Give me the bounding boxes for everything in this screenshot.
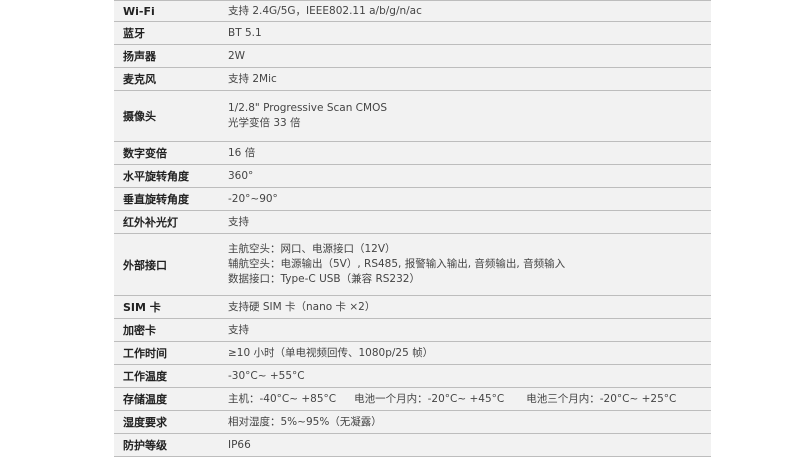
spec-row-speaker: 扬声器 2W: [114, 45, 711, 68]
spec-label: 数字变倍: [123, 147, 167, 160]
spec-table: Wi-Fi 支持 2.4G/5G，IEEE802.11 a/b/g/n/ac 蓝…: [114, 0, 711, 457]
spec-row-sim-card: SIM 卡 支持硬 SIM 卡（nano 卡 ×2）: [114, 296, 711, 319]
spec-value-line: BT 5.1: [228, 26, 262, 39]
spec-row-tilt-angle: 垂直旋转角度 -20°~90°: [114, 188, 711, 211]
spec-value: 主航空头：网口、电源接口（12V） 辅航空头：电源输出（5V）, RS485, …: [228, 242, 711, 287]
spec-row-working-time: 工作时间 ≥10 小时（单电视频回传、1080p/25 帧）: [114, 342, 711, 365]
spec-label: SIM 卡: [123, 301, 161, 314]
spec-row-microphone: 麦克风 支持 2Mic: [114, 68, 711, 91]
spec-value: IP66: [228, 438, 711, 453]
spec-label: 蓝牙: [123, 27, 145, 40]
spec-value-line: 支持 2Mic: [228, 72, 277, 85]
spec-value: -30°C~ +55°C: [228, 369, 711, 384]
spec-label: 麦克风: [123, 73, 156, 86]
spec-row-digital-zoom: 数字变倍 16 倍: [114, 142, 711, 165]
spec-value-line: 光学变倍 33 倍: [228, 117, 301, 129]
spec-value-line: 支持硬 SIM 卡（nano 卡 ×2）: [228, 300, 376, 313]
spec-label: 加密卡: [123, 324, 156, 337]
spec-value-line: 支持: [228, 215, 249, 228]
spec-value-line: 360°: [228, 169, 254, 182]
spec-value-line: 16 倍: [228, 146, 256, 159]
spec-value-line: 2W: [228, 49, 246, 62]
spec-value: 1/2.8" Progressive Scan CMOS 光学变倍 33 倍: [228, 101, 711, 131]
spec-value: 支持: [228, 215, 711, 230]
spec-row-ir-light: 红外补光灯 支持: [114, 211, 711, 234]
storage-temperature-line: 主机：-40°C~ +85°C 电池一个月内：-20°C~ +45°C 电池三个月内…: [228, 392, 711, 407]
spec-row-protection-level: 防护等级 IP66: [114, 434, 711, 457]
spec-value: 2W: [228, 49, 711, 64]
spec-value-line: ≥10 小时（单电视频回传、1080p/25 帧）: [228, 346, 434, 359]
spec-label: 防护等级: [123, 439, 167, 452]
spec-label: 湿度要求: [123, 416, 167, 429]
spec-label: 工作温度: [123, 370, 167, 383]
spec-label: 红外补光灯: [123, 216, 178, 229]
spec-value: BT 5.1: [228, 26, 711, 41]
spec-row-wifi: Wi-Fi 支持 2.4G/5G，IEEE802.11 a/b/g/n/ac: [114, 0, 711, 22]
spec-label: Wi-Fi: [123, 4, 155, 18]
spec-row-bluetooth: 蓝牙 BT 5.1: [114, 22, 711, 45]
spec-row-humidity: 湿度要求 相对湿度：5%~95%（无凝露）: [114, 411, 711, 434]
spec-label: 外部接口: [123, 258, 167, 272]
spec-value: 主机：-40°C~ +85°C 电池一个月内：-20°C~ +45°C 电池三个月内…: [228, 392, 711, 407]
spec-value-line: 辅航空头：电源输出（5V）, RS485, 报警输入输出, 音频输出, 音频输入: [228, 258, 566, 270]
spec-label: 水平旋转角度: [123, 170, 189, 183]
spec-row-storage-temperature: 存储温度 主机：-40°C~ +85°C 电池一个月内：-20°C~ +45°C 电…: [114, 388, 711, 411]
spec-value: 相对湿度：5%~95%（无凝露）: [228, 415, 711, 430]
storage-battery-one-month: 电池一个月内：-20°C~ +45°C: [354, 392, 505, 405]
spec-value: 360°: [228, 169, 711, 184]
spec-row-encryption-card: 加密卡 支持: [114, 319, 711, 342]
spec-value-line: 支持 2.4G/5G，IEEE802.11 a/b/g/n/ac: [228, 4, 422, 17]
spec-value: 支持: [228, 323, 711, 338]
spec-value: 16 倍: [228, 146, 711, 161]
spec-label: 垂直旋转角度: [123, 193, 189, 206]
storage-host: 主机：-40°C~ +85°C: [228, 392, 337, 405]
spec-value: ≥10 小时（单电视频回传、1080p/25 帧）: [228, 346, 711, 361]
spec-row-pan-angle: 水平旋转角度 360°: [114, 165, 711, 188]
spec-value-line: -20°~90°: [228, 192, 278, 205]
spec-value: 支持硬 SIM 卡（nano 卡 ×2）: [228, 300, 711, 315]
spec-label: 扬声器: [123, 50, 156, 63]
spec-row-working-temperature: 工作温度 -30°C~ +55°C: [114, 365, 711, 388]
spec-value-line: 主航空头：网口、电源接口（12V）: [228, 243, 396, 255]
spec-value-line: 支持: [228, 323, 249, 336]
spec-label: 摄像头: [123, 110, 156, 123]
spec-label: 工作时间: [123, 347, 167, 360]
spec-value: 支持 2.4G/5G，IEEE802.11 a/b/g/n/ac: [228, 4, 711, 19]
spec-label: 存储温度: [123, 393, 167, 406]
spec-value-line: 相对湿度：5%~95%（无凝露）: [228, 415, 382, 428]
spec-row-external-ports: 外部接口 主航空头：网口、电源接口（12V） 辅航空头：电源输出（5V）, RS…: [114, 234, 711, 296]
spec-value-line: 数据接口：Type-C USB（兼容 RS232）: [228, 273, 420, 285]
spec-value: 支持 2Mic: [228, 72, 711, 87]
spec-value-line: IP66: [228, 438, 251, 451]
spec-value-line: 1/2.8" Progressive Scan CMOS: [228, 102, 388, 114]
storage-battery-three-months: 电池三个月内：-20°C~ +25°C: [526, 392, 677, 405]
spec-value: -20°~90°: [228, 192, 711, 207]
spec-row-camera: 摄像头 1/2.8" Progressive Scan CMOS 光学变倍 33…: [114, 91, 711, 142]
spec-value-line: -30°C~ +55°C: [228, 369, 305, 382]
